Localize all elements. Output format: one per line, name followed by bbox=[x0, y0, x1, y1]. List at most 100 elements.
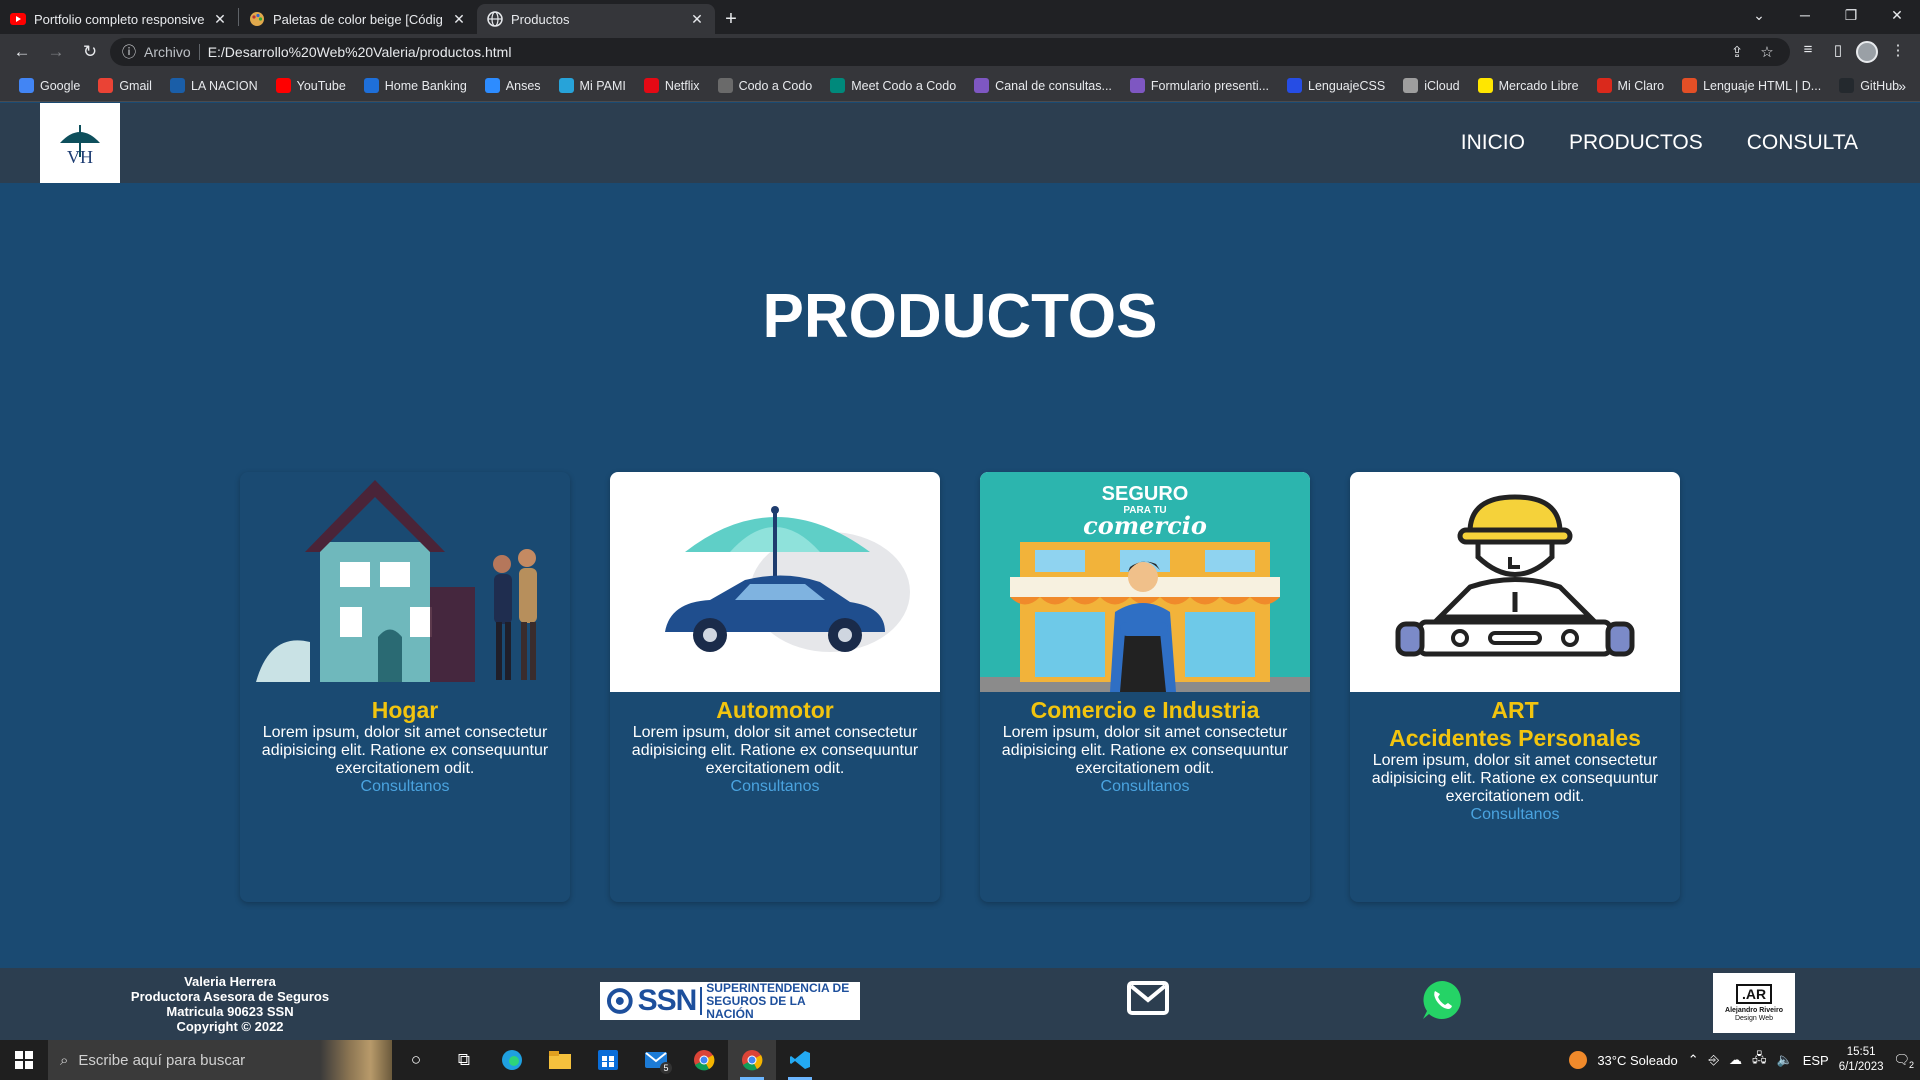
bookmark-label: Canal de consultas... bbox=[995, 78, 1112, 93]
back-icon[interactable]: ← bbox=[8, 38, 36, 66]
footer-name: Valeria Herrera bbox=[184, 974, 276, 989]
edge-icon[interactable] bbox=[488, 1040, 536, 1080]
bookmark-item[interactable]: Google bbox=[10, 78, 89, 93]
usb-icon[interactable]: ⎆ bbox=[1709, 1052, 1719, 1068]
chrome-icon[interactable] bbox=[680, 1040, 728, 1080]
bookmark-item[interactable]: Meet Codo a Codo bbox=[821, 78, 965, 93]
bookmark-label: Meet Codo a Codo bbox=[851, 78, 957, 93]
taskbar-search[interactable]: ⌕ Escribe aquí para buscar bbox=[48, 1040, 392, 1080]
new-tab-button[interactable]: + bbox=[715, 4, 747, 34]
clock[interactable]: 15:51 6/1/2023 bbox=[1839, 1045, 1884, 1075]
bookmark-item[interactable]: Gmail bbox=[89, 78, 161, 93]
tab-paletas[interactable]: Paletas de color beige [Códigos ✕ bbox=[239, 4, 477, 34]
bookmark-item[interactable]: iCloud bbox=[1394, 78, 1468, 93]
reload-icon[interactable]: ↻ bbox=[76, 38, 104, 66]
bookmark-favicon-icon bbox=[98, 78, 114, 93]
address-bar-row: ← → ↻ ⓘ Archivo E:/Desarrollo%20Web%20Va… bbox=[0, 34, 1920, 70]
url-text[interactable]: E:/Desarrollo%20Web%20Valeria/productos.… bbox=[208, 44, 1718, 60]
card-link-consultanos[interactable]: Consultanos bbox=[240, 778, 570, 796]
network-icon[interactable]: 🖧 bbox=[1752, 1049, 1767, 1071]
worker-illustration bbox=[1350, 472, 1680, 692]
bookmark-item[interactable]: Formulario presenti... bbox=[1121, 78, 1278, 93]
share-icon[interactable]: ⇪ bbox=[1726, 43, 1748, 61]
close-icon[interactable]: ✕ bbox=[451, 11, 467, 28]
bookmark-item[interactable]: Mi PAMI bbox=[550, 78, 635, 93]
mail-app-icon[interactable]: 5 bbox=[632, 1040, 680, 1080]
cortana-icon[interactable]: ○ bbox=[392, 1040, 440, 1080]
bookmark-item[interactable]: GitHub bbox=[1830, 78, 1908, 93]
store-icon[interactable] bbox=[584, 1040, 632, 1080]
tab-portfolio[interactable]: Portfolio completo responsive - F ✕ bbox=[0, 4, 238, 34]
bookmark-item[interactable]: LenguajeCSS bbox=[1278, 78, 1394, 93]
task-view-icon[interactable]: ⧉ bbox=[440, 1040, 488, 1080]
nav-consulta[interactable]: CONSULTA bbox=[1747, 131, 1858, 155]
badge-name: Alejandro Riveiro bbox=[1725, 1006, 1783, 1014]
browser-toolbar: ≡ ▯ ⋮ bbox=[1796, 41, 1910, 63]
notifications-icon[interactable]: 🗨 2 bbox=[1893, 1052, 1914, 1070]
clock-date: 6/1/2023 bbox=[1838, 1061, 1884, 1073]
bookmark-item[interactable]: Home Banking bbox=[355, 78, 476, 93]
menu-icon[interactable]: ⋮ bbox=[1886, 41, 1910, 63]
file-explorer-icon[interactable] bbox=[536, 1040, 584, 1080]
profile-avatar[interactable] bbox=[1856, 41, 1880, 63]
bookmark-label: LenguajeCSS bbox=[1308, 78, 1386, 93]
chrome-active-icon[interactable] bbox=[728, 1040, 776, 1080]
close-window-icon[interactable]: ✕ bbox=[1874, 0, 1920, 30]
clock-time: 15:51 bbox=[1846, 1046, 1876, 1058]
forward-icon[interactable]: → bbox=[42, 38, 70, 66]
close-icon[interactable]: ✕ bbox=[689, 11, 705, 28]
ssn-logo[interactable]: SSN SUPERINTENDENCIA DE SEGUROS DE LA NA… bbox=[600, 981, 860, 1020]
bookmark-item[interactable]: Netflix bbox=[635, 78, 709, 93]
bookmark-item[interactable]: Mercado Libre bbox=[1469, 78, 1588, 93]
card-title: Automotor bbox=[716, 697, 834, 723]
badge-logo: .AR bbox=[1735, 983, 1773, 1004]
weather-text[interactable]: 33°C Soleado bbox=[1597, 1053, 1677, 1068]
restore-icon[interactable]: ❐ bbox=[1828, 0, 1874, 30]
bookmark-label: Mercado Libre bbox=[1498, 78, 1579, 93]
mail-icon[interactable] bbox=[1127, 981, 1169, 1020]
bookmark-item[interactable]: Anses bbox=[476, 78, 550, 93]
site-logo[interactable]: VH bbox=[40, 103, 120, 183]
bookmark-item[interactable]: LA NACION bbox=[161, 78, 267, 93]
tab-search-icon[interactable]: ⌄ bbox=[1736, 0, 1782, 30]
card-title: Comercio e Industria bbox=[1030, 697, 1260, 723]
card-subtitle: Accidentes Personales bbox=[1389, 725, 1641, 751]
address-bar[interactable]: ⓘ Archivo E:/Desarrollo%20Web%20Valeria/… bbox=[110, 38, 1790, 66]
more-bookmarks-icon[interactable]: » bbox=[1898, 78, 1906, 94]
bookmark-item[interactable]: Codo a Codo bbox=[709, 78, 822, 93]
nav-inicio[interactable]: INICIO bbox=[1461, 131, 1525, 155]
onedrive-icon[interactable]: ☁ bbox=[1729, 1052, 1742, 1068]
svg-text:comercio: comercio bbox=[1083, 511, 1207, 540]
bookmark-star-icon[interactable]: ☆ bbox=[1756, 43, 1778, 61]
search-placeholder: Escribe aquí para buscar bbox=[78, 1051, 246, 1069]
card-link-consultanos[interactable]: Consultanos bbox=[610, 778, 940, 796]
side-panel-icon[interactable]: ▯ bbox=[1826, 41, 1850, 63]
system-tray: 33°C Soleado ⌃ ⎆ ☁ 🖧 🔈 ESP 15:51 6/1/202… bbox=[1569, 1040, 1920, 1080]
footer-info: Valeria Herrera Productora Asesora de Se… bbox=[110, 974, 350, 1034]
bookmark-item[interactable]: Canal de consultas... bbox=[965, 78, 1121, 93]
bookmark-item[interactable]: YouTube bbox=[267, 78, 355, 93]
ssn-swirl-icon bbox=[606, 988, 633, 1014]
nav-productos[interactable]: PRODUCTOS bbox=[1569, 131, 1703, 155]
volume-icon[interactable]: 🔈 bbox=[1777, 1052, 1793, 1068]
whatsapp-icon[interactable] bbox=[1420, 978, 1464, 1027]
windows-start-icon[interactable] bbox=[0, 1040, 48, 1080]
info-icon[interactable]: ⓘ bbox=[122, 42, 136, 62]
tab-productos[interactable]: Productos ✕ bbox=[477, 4, 715, 34]
bookmark-favicon-icon bbox=[974, 78, 990, 93]
logo-text: VH bbox=[67, 147, 93, 167]
chevron-up-icon[interactable]: ⌃ bbox=[1688, 1052, 1699, 1068]
bookmark-item[interactable]: Lenguaje HTML | D... bbox=[1673, 78, 1830, 93]
bookmarks-bar: Google Gmail LA NACION YouTube Home Banking A… bbox=[0, 70, 1920, 102]
badge-caption: Design Web bbox=[1734, 1014, 1773, 1022]
language-indicator[interactable]: ESP bbox=[1803, 1053, 1829, 1068]
close-icon[interactable]: ✕ bbox=[212, 11, 228, 28]
bookmark-item[interactable]: Mi Claro bbox=[1588, 78, 1674, 93]
card-link-consultanos[interactable]: Consultanos bbox=[1350, 806, 1680, 824]
designer-badge[interactable]: .AR Alejandro Riveiro Design Web bbox=[1713, 973, 1795, 1033]
bookmark-label: iCloud bbox=[1424, 78, 1460, 93]
minimize-icon[interactable]: ─ bbox=[1782, 0, 1828, 30]
card-link-consultanos[interactable]: Consultanos bbox=[980, 778, 1310, 796]
reading-list-icon[interactable]: ≡ bbox=[1796, 41, 1820, 63]
vscode-icon[interactable] bbox=[776, 1040, 824, 1080]
